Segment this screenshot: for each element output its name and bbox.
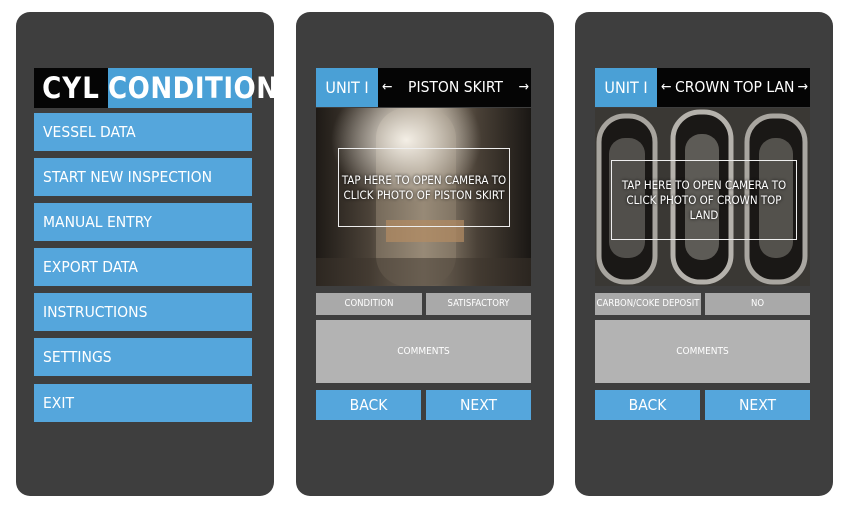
- phone-main-menu: CYL CONDITION VESSEL DATA START NEW INSP…: [16, 12, 278, 496]
- app-logo: CYL CONDITION: [34, 68, 278, 108]
- arrow-right-icon[interactable]: →: [518, 68, 529, 107]
- camera-photo-area[interactable]: TAP HERE TO OPEN CAMERA TO CLICK PHOTO O…: [316, 108, 531, 286]
- section-title: PISTON SKIRT: [408, 78, 503, 96]
- open-camera-prompt[interactable]: TAP HERE TO OPEN CAMERA TO CLICK PHOTO O…: [338, 148, 510, 227]
- unit-tab[interactable]: UNIT I: [316, 68, 378, 107]
- back-button[interactable]: BACK: [595, 390, 700, 420]
- instructions-button[interactable]: INSTRUCTIONS: [34, 293, 252, 331]
- logo-condition-text: CONDITION: [108, 68, 278, 108]
- inspection-header: UNIT I ← PISTON SKIRT →: [316, 68, 531, 107]
- phone-piston-skirt: UNIT I ← PISTON SKIRT → TAP HERE TO OPEN…: [296, 12, 554, 496]
- manual-entry-button[interactable]: MANUAL ENTRY: [34, 203, 252, 241]
- start-new-inspection-button[interactable]: START NEW INSPECTION: [34, 158, 252, 196]
- section-title: CROWN TOP LAND: [675, 78, 794, 96]
- camera-photo-area[interactable]: TAP HERE TO OPEN CAMERA TO CLICK PHOTO O…: [595, 108, 810, 286]
- comments-field[interactable]: COMMENTS: [316, 320, 531, 383]
- condition-label: CONDITION: [316, 293, 422, 315]
- back-button[interactable]: BACK: [316, 390, 421, 420]
- open-camera-prompt[interactable]: TAP HERE TO OPEN CAMERA TO CLICK PHOTO O…: [611, 160, 797, 240]
- settings-button[interactable]: SETTINGS: [34, 338, 252, 376]
- logo-cyl-text: CYL: [34, 68, 108, 108]
- arrow-left-icon[interactable]: ←: [382, 68, 393, 107]
- inspection-header: UNIT I ← CROWN TOP LAND →: [595, 68, 810, 107]
- exit-button[interactable]: EXIT: [34, 384, 252, 422]
- carbon-coke-deposit-value-select[interactable]: NO: [705, 293, 810, 315]
- arrow-right-icon[interactable]: →: [797, 68, 808, 107]
- next-button[interactable]: NEXT: [705, 390, 810, 420]
- export-data-button[interactable]: EXPORT DATA: [34, 248, 252, 286]
- comments-field[interactable]: COMMENTS: [595, 320, 810, 383]
- next-button[interactable]: NEXT: [426, 390, 531, 420]
- phone-crown-top-land: UNIT I ← CROWN TOP LAND → TAP HERE TO OP…: [575, 12, 833, 496]
- condition-value-select[interactable]: SATISFACTORY: [426, 293, 531, 315]
- carbon-coke-deposit-label: CARBON/COKE DEPOSIT: [595, 293, 701, 315]
- unit-tab[interactable]: UNIT I: [595, 68, 657, 107]
- arrow-left-icon[interactable]: ←: [661, 68, 672, 107]
- vessel-data-button[interactable]: VESSEL DATA: [34, 113, 252, 151]
